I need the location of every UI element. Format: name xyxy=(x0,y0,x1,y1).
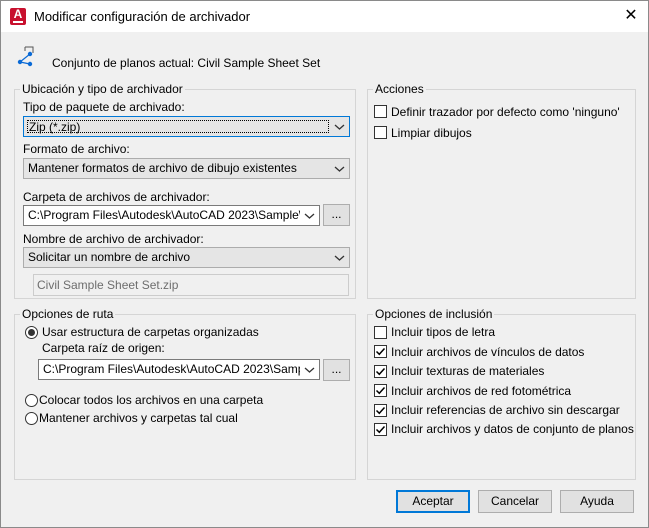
sheet-set-icon xyxy=(17,46,34,67)
chevron-down-icon xyxy=(300,206,319,225)
archive-folder-browse-button[interactable]: ... xyxy=(323,204,350,226)
path-options-group-title: Opciones de ruta xyxy=(20,307,116,321)
window-title: Modificar configuración de archivador xyxy=(34,9,251,24)
current-sheet-set-label: Conjunto de planos actual: Civil Sample … xyxy=(52,56,321,70)
include-fonts-label[interactable]: Incluir tipos de letra xyxy=(391,325,495,339)
chevron-down-icon xyxy=(334,124,345,130)
purge-drawings-label[interactable]: Limpiar dibujos xyxy=(391,126,472,140)
include-unloaded-xrefs-label[interactable]: Incluir referencias de archivo sin desca… xyxy=(391,403,620,417)
title-bar: A Modificar configuración de archivador … xyxy=(1,1,648,32)
source-root-combo[interactable]: C:\Program Files\Autodesk\AutoCAD 2023\S… xyxy=(38,359,320,380)
default-plotter-none-checkbox[interactable] xyxy=(374,105,387,118)
include-sheet-set-data-label[interactable]: Incluir archivos y datos de conjunto de … xyxy=(391,422,634,436)
include-textures-label[interactable]: Incluir texturas de materiales xyxy=(391,364,544,378)
source-root-browse-button[interactable]: ... xyxy=(323,359,350,381)
dialog-window: A Modificar configuración de archivador … xyxy=(0,0,649,528)
location-group-title: Ubicación y tipo de archivador xyxy=(20,82,185,96)
close-icon[interactable]: ✕ xyxy=(619,5,643,27)
keep-structure-radio[interactable] xyxy=(25,412,38,425)
checkmark-icon xyxy=(375,367,386,376)
checkmark-icon xyxy=(375,406,386,415)
package-type-value: Zip (*.zip) xyxy=(27,120,329,134)
include-data-links-checkbox[interactable] xyxy=(374,345,387,358)
default-plotter-none-label[interactable]: Definir trazador por defecto como 'ningu… xyxy=(391,105,620,119)
keep-structure-label[interactable]: Mantener archivos y carpetas tal cual xyxy=(39,411,238,425)
source-root-value: C:\Program Files\Autodesk\AutoCAD 2023\S… xyxy=(43,362,320,376)
archive-filename-value: Solicitar un nombre de archivo xyxy=(28,250,191,264)
archive-filename-preview: Civil Sample Sheet Set.zip xyxy=(33,274,349,296)
help-button[interactable]: Ayuda xyxy=(560,490,634,513)
include-fonts-checkbox[interactable] xyxy=(374,326,387,339)
package-type-label: Tipo de paquete de archivado: xyxy=(23,100,185,114)
archive-filename-label: Nombre de archivo de archivador: xyxy=(23,232,204,246)
single-folder-label[interactable]: Colocar todos los archivos en una carpet… xyxy=(39,393,263,407)
checkmark-icon xyxy=(375,347,386,356)
file-format-value: Mantener formatos de archivo de dibujo e… xyxy=(28,161,297,175)
package-type-select[interactable]: Zip (*.zip) xyxy=(23,116,350,137)
include-sheet-set-data-checkbox[interactable] xyxy=(374,423,387,436)
archive-folder-value: C:\Program Files\Autodesk\AutoCAD 2023\S… xyxy=(28,208,320,222)
include-data-links-label[interactable]: Incluir archivos de vínculos de datos xyxy=(391,345,584,359)
archive-folder-label: Carpeta de archivos de archivador: xyxy=(23,190,210,204)
include-photometric-label[interactable]: Incluir archivos de red fotométrica xyxy=(391,384,571,398)
ok-button[interactable]: Aceptar xyxy=(396,490,470,513)
include-options-group-title: Opciones de inclusión xyxy=(373,307,495,321)
purge-drawings-checkbox[interactable] xyxy=(374,126,387,139)
archive-folder-combo[interactable]: C:\Program Files\Autodesk\AutoCAD 2023\S… xyxy=(23,205,320,226)
chevron-down-icon xyxy=(334,166,345,172)
organized-folders-label[interactable]: Usar estructura de carpetas organizadas xyxy=(42,325,259,339)
organized-folders-radio[interactable] xyxy=(25,326,38,339)
file-format-label: Formato de archivo: xyxy=(23,142,130,156)
checkmark-icon xyxy=(375,386,386,395)
include-photometric-checkbox[interactable] xyxy=(374,384,387,397)
source-root-label: Carpeta raíz de origen: xyxy=(42,341,165,355)
checkmark-icon xyxy=(375,425,386,434)
autocad-app-icon: A xyxy=(10,8,26,25)
cancel-button[interactable]: Cancelar xyxy=(478,490,552,513)
chevron-down-icon xyxy=(334,255,345,261)
single-folder-radio[interactable] xyxy=(25,394,38,407)
actions-group: Acciones xyxy=(367,82,636,299)
include-textures-checkbox[interactable] xyxy=(374,365,387,378)
actions-group-title: Acciones xyxy=(373,82,426,96)
archive-filename-select[interactable]: Solicitar un nombre de archivo xyxy=(23,247,350,268)
include-unloaded-xrefs-checkbox[interactable] xyxy=(374,404,387,417)
file-format-select[interactable]: Mantener formatos de archivo de dibujo e… xyxy=(23,158,350,179)
chevron-down-icon xyxy=(300,360,319,379)
